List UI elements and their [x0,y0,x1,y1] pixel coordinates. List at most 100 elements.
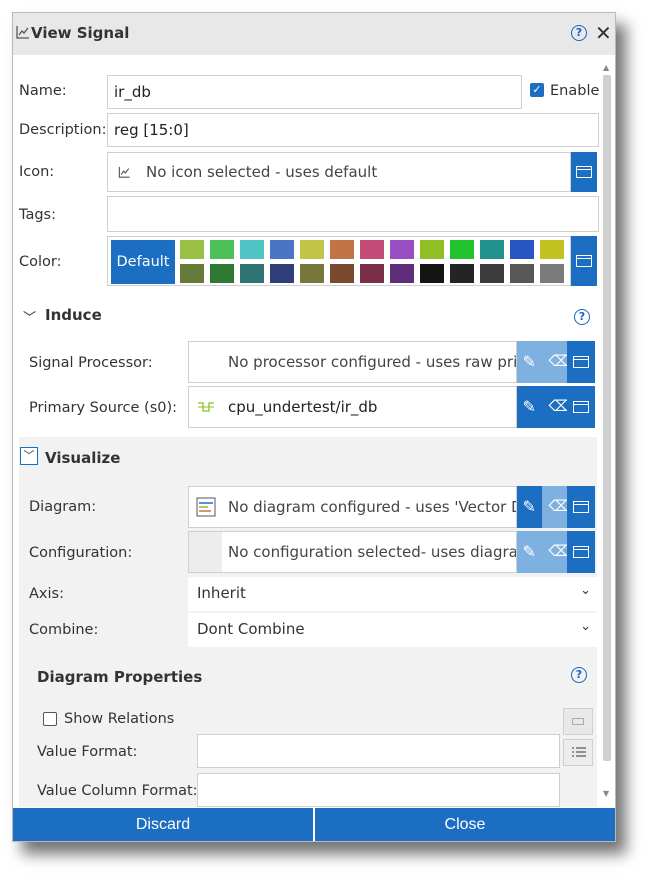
configuration-select-button[interactable] [567,531,595,573]
value-format-input[interactable] [197,734,560,768]
color-swatch[interactable] [540,264,564,283]
discard-button[interactable]: Discard [13,808,313,841]
scroll-down-icon[interactable]: ▼ [603,789,609,798]
color-swatch[interactable] [210,264,234,283]
color-swatch[interactable] [330,264,354,283]
tags-input[interactable] [107,196,599,232]
window-icon [573,546,589,558]
value-column-format-label: Value Column Format: [37,783,198,799]
diagram-edit-button[interactable]: ✎ [517,486,542,528]
color-swatch[interactable] [180,240,204,259]
signal-processor-select-button[interactable] [567,341,595,383]
color-swatch[interactable] [210,240,234,259]
show-relations-checkbox[interactable] [43,712,57,726]
signal-processor-edit-button[interactable]: ✎ [517,341,542,383]
enable-checkbox[interactable]: ✓ [530,83,544,97]
line-chart-icon [16,26,29,39]
signal-processor-label: Signal Processor: [29,355,153,371]
color-swatch[interactable] [300,240,324,259]
color-swatch[interactable] [270,264,294,283]
primary-source-edit-button[interactable]: ✎ [517,386,542,428]
signal-processor-field[interactable]: No processor configured - uses raw prim [188,341,517,383]
signal-processor-clear-button[interactable]: ⌫ [542,341,570,383]
color-swatch[interactable] [420,240,444,259]
configuration-label: Configuration: [29,545,133,561]
signal-processor-value: No processor configured - uses raw prim [228,353,517,371]
color-swatch[interactable] [420,264,444,283]
color-swatch[interactable] [510,240,534,259]
visualize-section-title[interactable]: Visualize [45,449,120,467]
icon-select-button[interactable] [571,152,597,192]
color-swatch[interactable] [360,264,384,283]
configuration-icon-slot [189,532,222,572]
color-swatch[interactable] [300,264,324,283]
configuration-field[interactable]: No configuration selected- uses diagran [188,531,517,573]
scroll-up-icon[interactable]: ▲ [603,63,609,72]
color-swatch[interactable] [540,240,564,259]
window-icon [576,166,592,178]
relations-options-button[interactable] [563,708,593,735]
list-icon [572,747,586,757]
primary-source-value: cpu_undertest/ir_db [228,398,378,416]
description-label: Description: [19,122,107,138]
axis-select[interactable]: Inherit ⌄ [188,577,597,611]
primary-source-field[interactable]: cpu_undertest/ir_db [188,386,517,428]
icon-field[interactable]: No icon selected - uses default [107,152,571,192]
induce-chevron-down-icon[interactable]: ﹀ [23,307,36,326]
color-swatch[interactable] [450,240,474,259]
color-swatch[interactable] [360,240,384,259]
color-swatch[interactable] [330,240,354,259]
title-bar: View Signal ? ✕ [13,13,615,55]
color-swatch[interactable] [270,240,294,259]
show-relations-label: Show Relations [64,711,175,727]
color-select-button[interactable] [571,236,597,286]
color-swatch[interactable] [390,240,414,259]
value-format-list-button[interactable] [563,739,593,766]
pencil-icon: ✎ [522,497,536,516]
color-swatch[interactable] [480,264,504,283]
tags-label: Tags: [19,207,56,223]
chevron-down-icon: ⌄ [580,583,591,598]
color-picker: Default [107,236,571,286]
induce-section-title[interactable]: Induce [45,306,102,324]
primary-source-select-button[interactable] [567,386,595,428]
close-icon[interactable]: ✕ [595,22,612,44]
color-swatch[interactable] [510,264,534,283]
diagram-clear-button[interactable]: ⌫ [542,486,570,528]
help-icon[interactable]: ? [571,25,587,41]
enable-label: Enable [550,83,600,99]
diagram-select-button[interactable] [567,486,595,528]
diagram-label: Diagram: [29,499,97,515]
name-label: Name: [19,83,67,99]
scrollbar-thumb[interactable] [603,75,611,761]
color-swatch[interactable] [480,240,504,259]
diagram-properties-title: Diagram Properties [37,668,203,686]
vertical-scrollbar[interactable]: ▲ ▼ [602,63,613,798]
color-swatch[interactable] [450,264,474,283]
color-swatch[interactable] [240,240,264,259]
diagram-field[interactable]: No diagram configured - uses 'Vector Di [188,486,517,528]
diagram-properties-help-icon[interactable]: ? [571,667,587,683]
color-swatch[interactable] [240,264,264,283]
description-input[interactable]: reg [15:0] [107,113,599,147]
visualize-chevron-down-icon[interactable]: ﹀ [20,447,38,465]
induce-help-icon[interactable]: ? [574,309,590,325]
close-button[interactable]: Close [315,808,615,841]
icon-label: Icon: [19,164,55,180]
configuration-value: No configuration selected- uses diagran [228,543,517,561]
name-input[interactable]: ir_db [107,75,522,109]
value-column-format-input[interactable] [197,773,560,807]
primary-source-clear-button[interactable]: ⌫ [542,386,570,428]
diagram-icon [196,497,216,517]
configuration-clear-button[interactable]: ⌫ [542,531,570,573]
color-swatch[interactable] [180,264,204,283]
configuration-edit-button[interactable]: ✎ [517,531,542,573]
axis-value: Inherit [197,584,246,602]
window-icon [573,501,589,513]
window-icon [576,255,592,267]
icon-value: No icon selected - uses default [146,163,378,181]
form-scroll-area: Name: ir_db ✓ Enable Description: reg [1… [13,55,615,807]
color-default-button[interactable]: Default [111,240,175,284]
combine-select[interactable]: Dont Combine ⌄ [188,613,597,647]
color-swatch[interactable] [390,264,414,283]
